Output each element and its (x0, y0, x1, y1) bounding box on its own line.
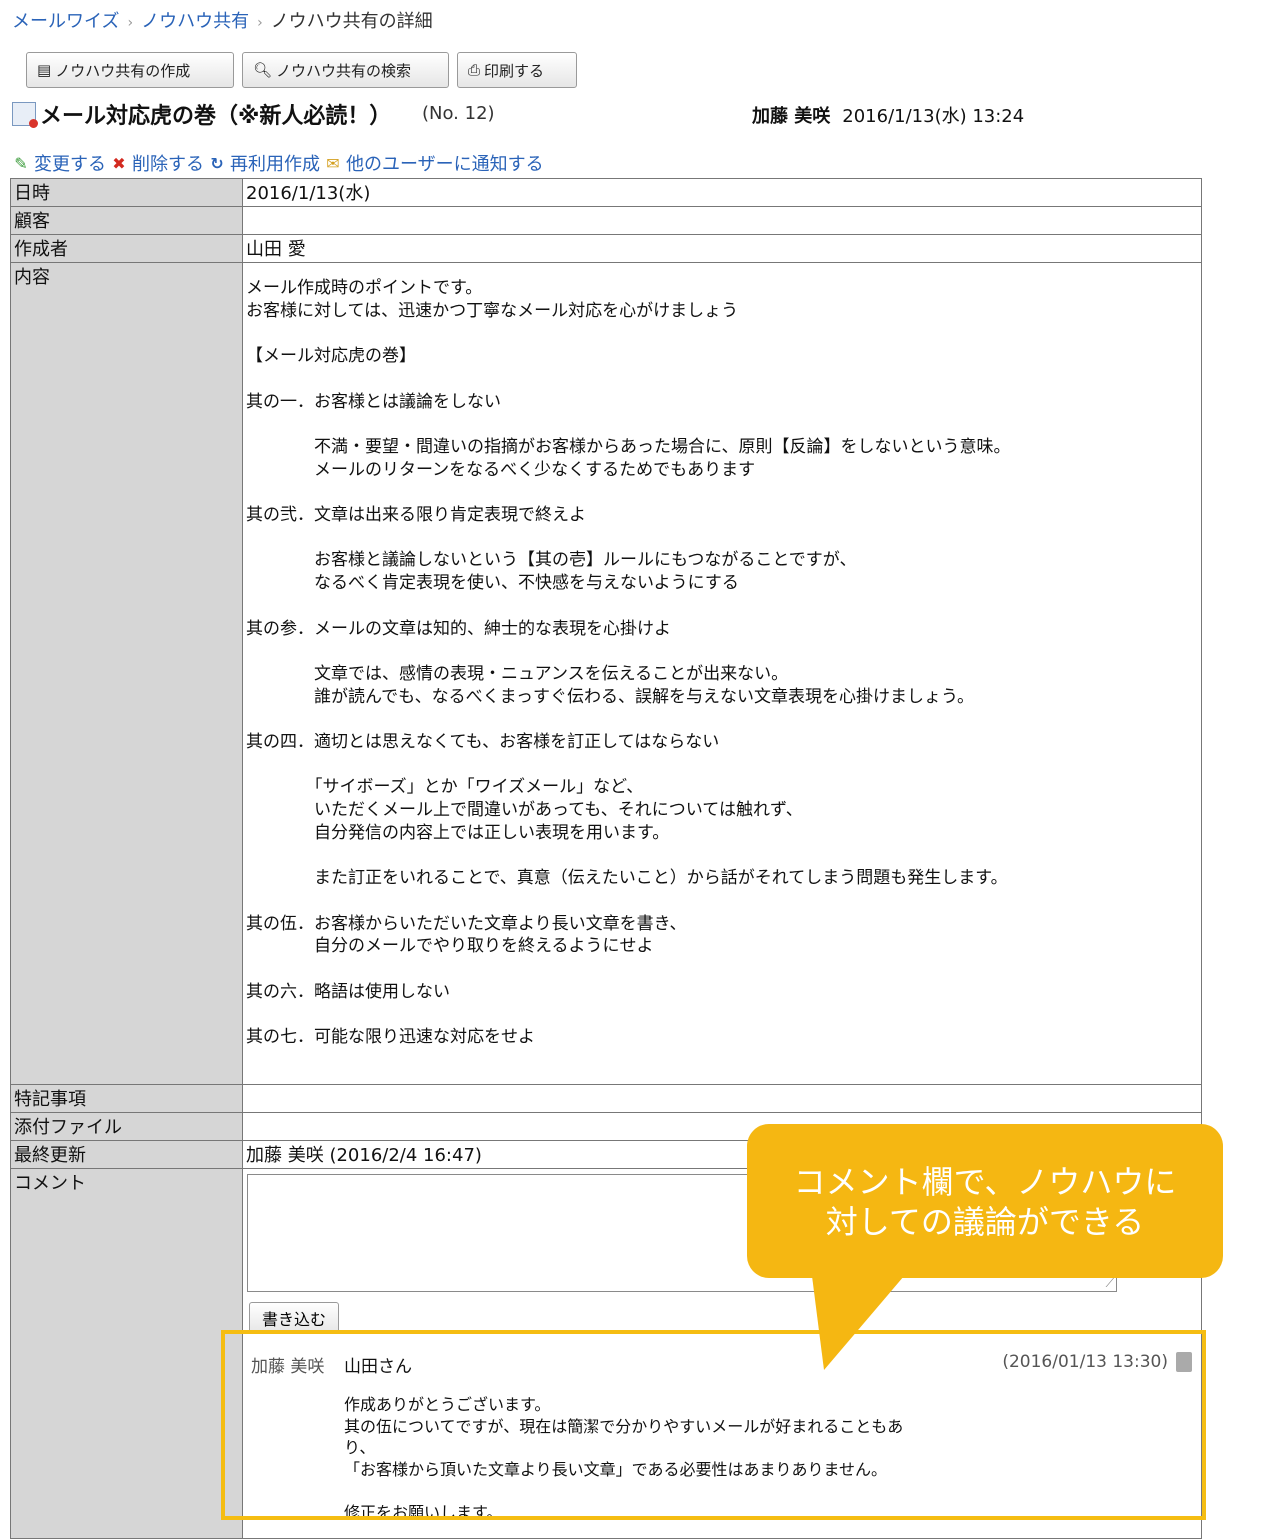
notes-label: 特記事項 (10, 1084, 243, 1113)
action-links: ✎ 変更する ✖ 削除する ↻ 再利用作成 ✉ 他のユーザーに通知する (12, 150, 544, 176)
entry-author: 加藤 美咲 (752, 106, 831, 127)
pencil-icon: ✎ (14, 153, 28, 173)
callout-line-1: コメント欄で、ノウハウに (793, 1163, 1177, 1201)
create-knowhow-button[interactable]: ▤ ノウハウ共有の作成 (26, 52, 234, 88)
search-knowhow-button[interactable]: 🔍︎ ノウハウ共有の検索 (242, 52, 449, 88)
creator-label: 作成者 (10, 234, 243, 263)
print-button[interactable]: ⎙ 印刷する (457, 52, 577, 88)
creator-value: 山田 愛 (242, 234, 1202, 263)
entry-header: メール対応虎の巻（※新人必読！） (No. 12) 加藤 美咲 2016/1/13… (12, 96, 1212, 132)
breadcrumb: メールワイズ › ノウハウ共有 › ノウハウ共有の詳細 (12, 7, 433, 33)
notes-value (242, 1084, 1202, 1113)
table-row: 顧客 (10, 206, 1202, 235)
entry-number: (No. 12) (422, 103, 495, 124)
search-icon: 🔍︎ (253, 61, 273, 79)
notify-link[interactable]: 他のユーザーに通知する (346, 150, 544, 176)
reuse-icon: ↻ (210, 153, 224, 173)
document-icon: ▤ (37, 61, 52, 79)
date-label: 日時 (10, 178, 243, 207)
attachment-label: 添付ファイル (10, 1112, 243, 1141)
content-label: 内容 (10, 262, 243, 1085)
breadcrumb-mailwise[interactable]: メールワイズ (12, 11, 119, 32)
edit-link[interactable]: 変更する (34, 150, 106, 176)
callout-tail (812, 1276, 904, 1370)
reuse-link[interactable]: 再利用作成 (230, 150, 320, 176)
callout-line-2: 対しての議論ができる (825, 1203, 1145, 1241)
delete-icon: ✖ (112, 153, 126, 173)
breadcrumb-separator: › (257, 15, 263, 31)
content-value: メール作成時のポイントです。 お客様に対しては、迅速かつ丁寧なメール対応を心がけ… (246, 278, 1011, 1048)
comment-highlight (221, 1330, 1206, 1520)
breadcrumb-knowhow[interactable]: ノウハウ共有 (141, 11, 249, 32)
table-row: 内容 メール作成時のポイントです。 お客様に対しては、迅速かつ丁寧なメール対応を… (10, 262, 1202, 1085)
page-title: メール対応虎の巻（※新人必読！） (40, 104, 392, 129)
breadcrumb-current: ノウハウ共有の詳細 (270, 11, 433, 32)
customer-label: 顧客 (10, 206, 243, 235)
printer-icon: ⎙ (468, 61, 481, 79)
delete-link[interactable]: 削除する (132, 150, 204, 176)
knowhow-icon (12, 102, 38, 128)
customer-value (242, 206, 1202, 235)
table-row: 作成者 山田 愛 (10, 234, 1202, 263)
entry-author-meta: 加藤 美咲 2016/1/13(水) 13:24 (752, 102, 1024, 128)
content-cell: メール作成時のポイントです。 お客様に対しては、迅速かつ丁寧なメール対応を心がけ… (242, 262, 1202, 1085)
entry-datetime: 2016/1/13(水) 13:24 (842, 106, 1025, 127)
date-value: 2016/1/13(水) (242, 178, 1202, 207)
callout-bubble: コメント欄で、ノウハウに 対しての議論ができる (747, 1124, 1223, 1278)
toolbar: ▤ ノウハウ共有の作成 🔍︎ ノウハウ共有の検索 ⎙ 印刷する (26, 52, 577, 88)
notify-icon: ✉ (326, 153, 340, 173)
comment-label: コメント (10, 1168, 243, 1539)
table-row: 日時 2016/1/13(水) (10, 178, 1202, 207)
breadcrumb-separator: › (127, 15, 134, 31)
table-row: 特記事項 (10, 1084, 1202, 1113)
updated-label: 最終更新 (10, 1140, 243, 1169)
